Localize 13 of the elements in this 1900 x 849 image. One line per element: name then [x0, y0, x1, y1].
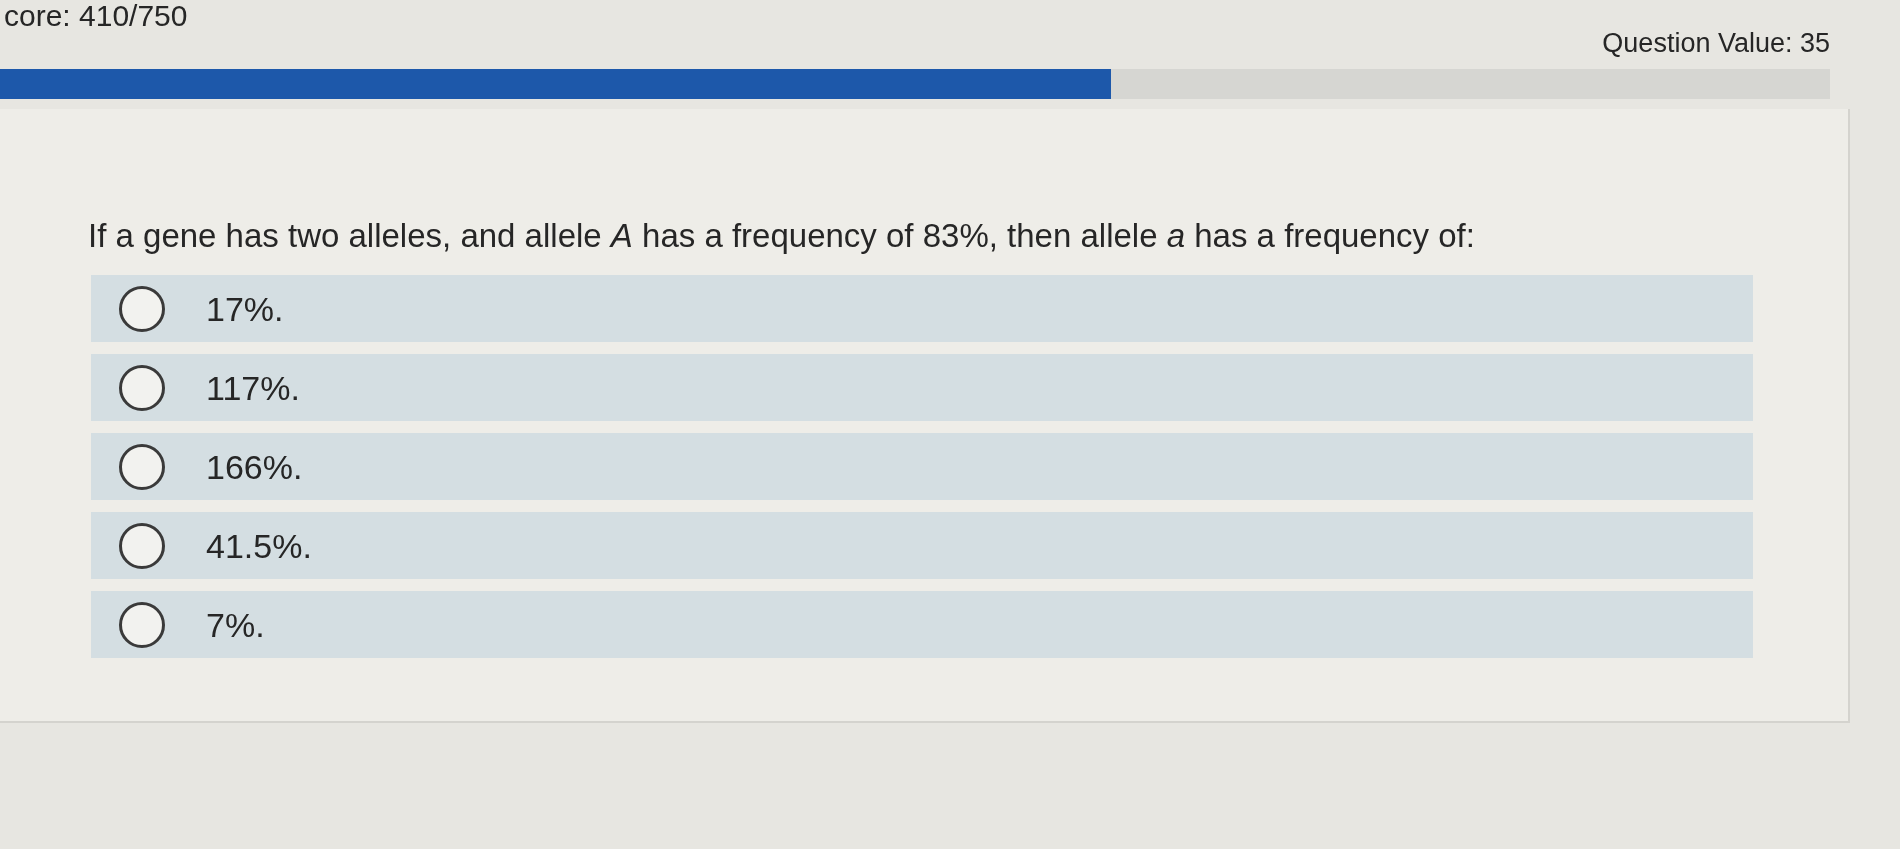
answer-option[interactable]: 117%. [91, 354, 1753, 421]
radio-button[interactable] [119, 364, 165, 411]
radio-button[interactable] [119, 601, 165, 648]
radio-button[interactable] [119, 285, 165, 332]
radio-button[interactable] [119, 443, 165, 490]
radio-button[interactable] [119, 522, 165, 569]
question-text: If a gene has two alleles, and allele A has a frequency of 83%, then allele a has a frequency of: [88, 217, 1475, 255]
score-text: core: 410/750 [3, 0, 188, 32]
answer-option[interactable]: 41.5%. [91, 512, 1753, 579]
answer-option[interactable]: 17%. [91, 275, 1753, 342]
answer-option[interactable]: 7%. [91, 591, 1753, 658]
question-value-text: Question Value: 35 [1602, 28, 1830, 58]
answer-option[interactable]: 166%. [91, 433, 1753, 500]
